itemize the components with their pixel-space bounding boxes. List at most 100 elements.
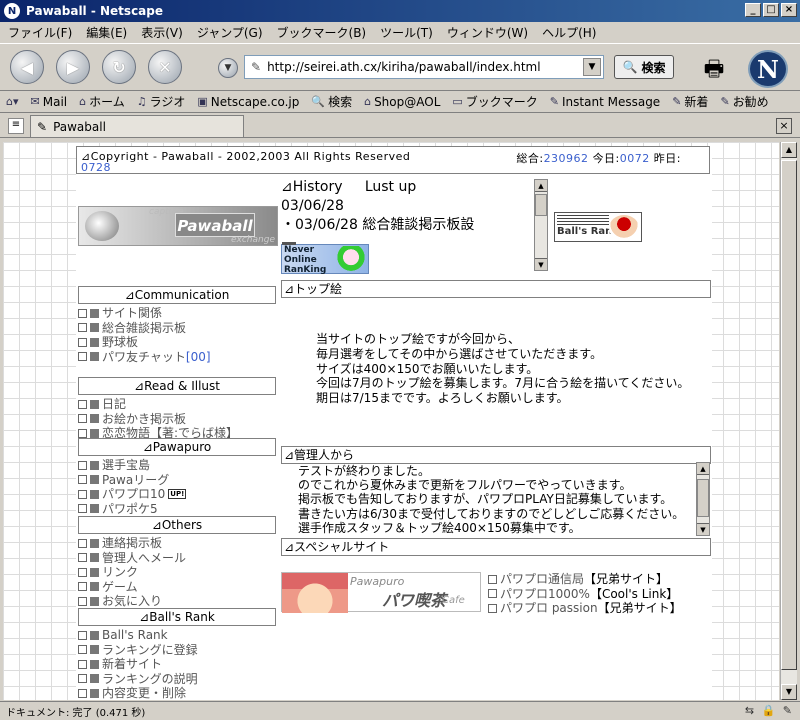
- nav-label: お気に入り: [102, 594, 163, 608]
- maximize-button[interactable]: □: [763, 3, 779, 17]
- nav-rank-edit[interactable]: 内容変更・削除: [78, 686, 198, 700]
- url-field[interactable]: ✎ http://seirei.ath.cx/kiriha/pawaball/i…: [244, 55, 604, 79]
- bookmark-radio[interactable]: ♫ ラジオ: [137, 93, 186, 110]
- scroll-up-icon[interactable]: ▲: [535, 180, 547, 192]
- nav-balls-rank[interactable]: Ball's Rank: [78, 628, 198, 643]
- reload-button[interactable]: ↻: [102, 50, 136, 84]
- nav-links[interactable]: リンク: [78, 565, 186, 580]
- nav-pawa-league[interactable]: Pawaリーグ: [78, 473, 186, 488]
- bookmark-shop[interactable]: ⌂ Shop@AOL: [364, 95, 440, 109]
- scroll-down-icon[interactable]: ▼: [781, 684, 797, 700]
- bookmark-mail[interactable]: ✉ Mail: [31, 95, 68, 109]
- bookmark-instant-message[interactable]: ✎ Instant Message: [550, 95, 660, 109]
- nav-label: ランキングの説明: [102, 671, 198, 686]
- nav-pawapuro10[interactable]: パワプロ10 UP!: [78, 487, 187, 502]
- nav-games[interactable]: ゲーム: [78, 580, 186, 595]
- scroll-thumb[interactable]: [781, 160, 797, 670]
- bookmark-netscape[interactable]: ▣ Netscape.co.jp: [197, 95, 299, 109]
- link-pawapuro-passion[interactable]: パワプロ passion 【兄弟サイト】: [488, 601, 682, 616]
- banner-cafe-text: Cafe: [442, 595, 465, 606]
- nav-pawapoke5[interactable]: パワポケ5: [78, 502, 186, 517]
- scroll-down-icon[interactable]: ▼: [697, 523, 709, 535]
- url-text: http://seirei.ath.cx/kiriha/pawaball/ind…: [267, 60, 541, 74]
- nav-favorites[interactable]: お気に入り: [78, 594, 186, 609]
- forward-arrow-icon: ▶: [66, 57, 80, 77]
- search-button[interactable]: 🔍 検索: [614, 55, 674, 79]
- nav-site-info[interactable]: サイト関係: [78, 306, 211, 321]
- history-dropdown-button[interactable]: ▼: [218, 58, 238, 78]
- print-button[interactable]: 🖶: [698, 52, 730, 82]
- toolbar-menu-button[interactable]: ⌂▾: [6, 95, 19, 108]
- checkbox-icon: [78, 460, 87, 470]
- tab-pawaball[interactable]: ✎ Pawaball: [30, 115, 244, 137]
- bookmark-home[interactable]: ⌂ ホーム: [79, 93, 125, 110]
- history-date: 03/06/28: [281, 198, 344, 214]
- netscape-logo[interactable]: N: [748, 50, 788, 88]
- scroll-thumb[interactable]: [535, 194, 547, 216]
- never-online-ranking-banner[interactable]: Never Online RanKing: [281, 242, 369, 275]
- bookmark-new[interactable]: ✎ 新着: [672, 93, 708, 110]
- link-pawapuro-tsushin[interactable]: パワプロ通信局 【兄弟サイト】: [488, 572, 682, 587]
- nav-mail-admin[interactable]: 管理人へメール: [78, 551, 186, 566]
- chat-count: [00]: [185, 349, 211, 364]
- scroll-thumb[interactable]: [697, 479, 709, 517]
- admin-scrollbar[interactable]: ▲ ▼: [696, 462, 710, 536]
- nav-player-treasure[interactable]: 選手宝島: [78, 458, 186, 473]
- close-button[interactable]: ×: [781, 3, 797, 17]
- back-button[interactable]: ◀: [10, 50, 44, 84]
- bookmark-label: Instant Message: [562, 94, 661, 109]
- menu-edit[interactable]: 編集(E): [86, 24, 127, 41]
- menu-go[interactable]: ジャンプ(G): [197, 24, 263, 41]
- page-scrollbar[interactable]: ▲ ▼: [780, 142, 797, 700]
- nav-general-bbs[interactable]: 総合雑談掲示板: [78, 321, 211, 336]
- section-communication: ⊿Communication: [78, 286, 276, 304]
- link-pawapuro-1000[interactable]: パワプロ1000% 【Cool's Link】: [488, 587, 682, 602]
- nav-new-sites[interactable]: 新着サイト: [78, 657, 198, 672]
- nav-label: パワプロ10: [102, 487, 166, 501]
- menu-tools[interactable]: ツール(T): [380, 24, 433, 41]
- nav-label: 内容変更・削除: [102, 686, 187, 700]
- checkbox-icon: [78, 428, 87, 438]
- pawapuro-list: 選手宝島 Pawaリーグ パワプロ10 UP! パワポケ5: [78, 458, 187, 517]
- history-scrollbar[interactable]: ▲ ▼: [534, 179, 548, 271]
- scroll-down-icon[interactable]: ▼: [535, 258, 547, 270]
- sidebar-toggle-icon[interactable]: ≡: [8, 118, 24, 134]
- minimize-button[interactable]: _: [745, 3, 761, 17]
- menu-help[interactable]: ヘルプ(H): [542, 24, 596, 41]
- nav-diary[interactable]: 日記: [78, 397, 238, 412]
- scroll-up-icon[interactable]: ▲: [697, 463, 709, 475]
- stop-button[interactable]: ✕: [148, 50, 182, 84]
- nav-chat[interactable]: パワ友チャット [00]: [78, 350, 211, 365]
- checkbox-icon: [78, 538, 87, 548]
- bookmark-label: Mail: [42, 94, 68, 109]
- bookmark-icon: ✎: [672, 95, 682, 108]
- url-dropdown-button[interactable]: ▼: [583, 58, 601, 76]
- menu-bookmarks[interactable]: ブックマーク(B): [277, 24, 367, 41]
- bookmark-search[interactable]: 🔍 検索: [311, 93, 352, 110]
- special-sites-list: パワプロ通信局 【兄弟サイト】 パワプロ1000% 【Cool's Link】 パワ…: [488, 572, 682, 616]
- banner-bar: [282, 242, 296, 245]
- nav-oekaki-board[interactable]: お絵かき掲示板: [78, 412, 238, 427]
- close-tab-button[interactable]: ×: [776, 118, 792, 134]
- site-name: パワプロ通信局: [500, 572, 585, 586]
- scroll-up-icon[interactable]: ▲: [781, 142, 797, 158]
- bookmark-folder[interactable]: ▭ ブックマーク: [452, 93, 537, 110]
- balls-rank-banner[interactable]: Ball's Rank: [554, 212, 642, 242]
- tab-label: Pawaball: [53, 119, 106, 134]
- forward-button[interactable]: ▶: [56, 50, 90, 84]
- notice-line: 毎月選考をしてその中から選ばさせていただきます。: [316, 346, 603, 361]
- admin-line: のでこれから夏休みまで更新をフルパワーでやっていきます。: [298, 478, 632, 493]
- bookmark-recommend[interactable]: ✎ お勧め: [720, 93, 768, 110]
- nav-rank-help[interactable]: ランキングの説明: [78, 672, 198, 687]
- menu-view[interactable]: 表示(V): [141, 24, 183, 41]
- nav-contact-board[interactable]: 連絡掲示板: [78, 536, 186, 551]
- page-icon: ✎: [37, 119, 48, 134]
- pawa-kissa-banner[interactable]: Pawapuro パワ喫茶 Cafe: [281, 572, 481, 613]
- nav-label: ランキングに登録: [102, 642, 198, 657]
- nav-rank-register[interactable]: ランキングに登録: [78, 643, 198, 658]
- history-title: ⊿History: [281, 179, 343, 195]
- nav-baseball-board[interactable]: 野球板: [78, 335, 211, 350]
- nav-label: 連絡掲示板: [102, 536, 163, 550]
- menu-window[interactable]: ウィンドウ(W): [447, 24, 528, 41]
- menu-file[interactable]: ファイル(F): [8, 24, 72, 41]
